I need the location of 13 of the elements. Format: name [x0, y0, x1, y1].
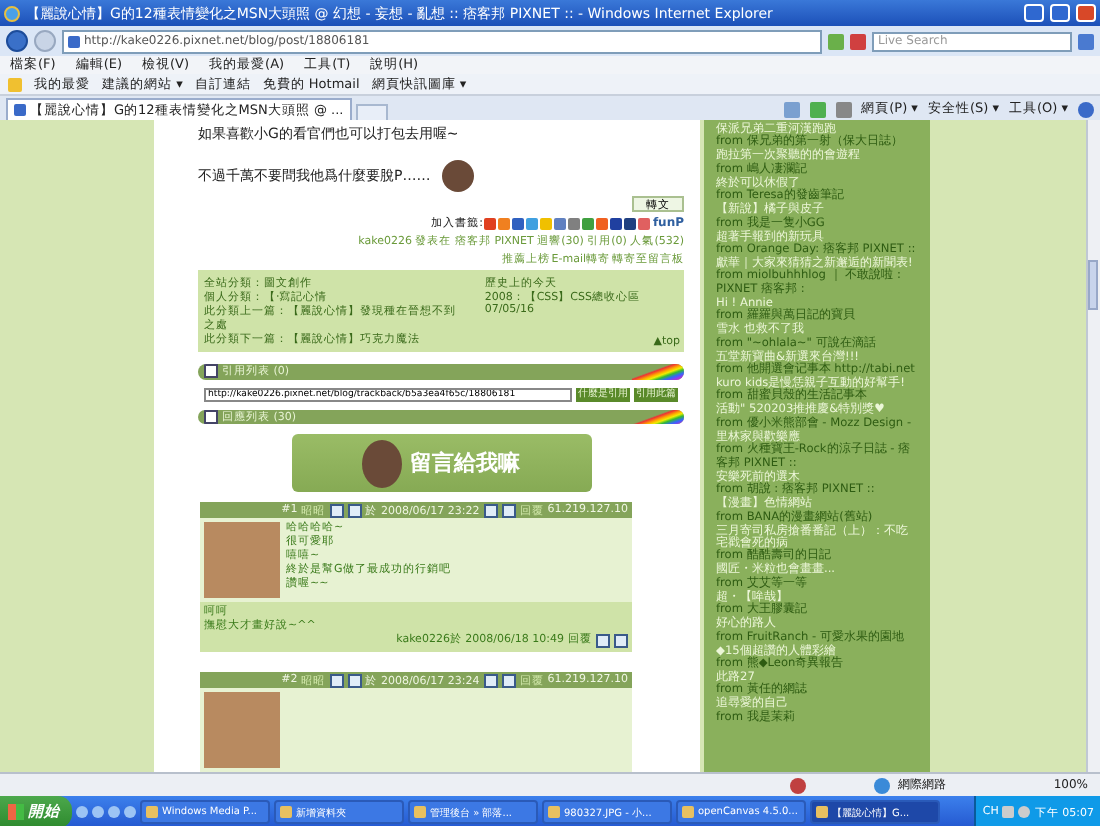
photo-placeholder	[204, 522, 280, 599]
collapse-icon[interactable]	[204, 364, 218, 379]
back-button[interactable]	[6, 30, 28, 52]
rainbow-icon	[632, 409, 684, 425]
scroll-thumb[interactable]	[1088, 260, 1098, 310]
minimize-button[interactable]	[1024, 4, 1044, 22]
maximize-button[interactable]	[1050, 4, 1070, 22]
rainbow-icon	[632, 364, 684, 380]
scrollbar[interactable]	[1086, 120, 1100, 772]
close-button[interactable]	[1076, 4, 1096, 22]
banner-text: 留言給我嘛	[410, 448, 520, 479]
photo-placeholder	[204, 692, 280, 769]
collapse-icon[interactable]	[204, 409, 218, 424]
